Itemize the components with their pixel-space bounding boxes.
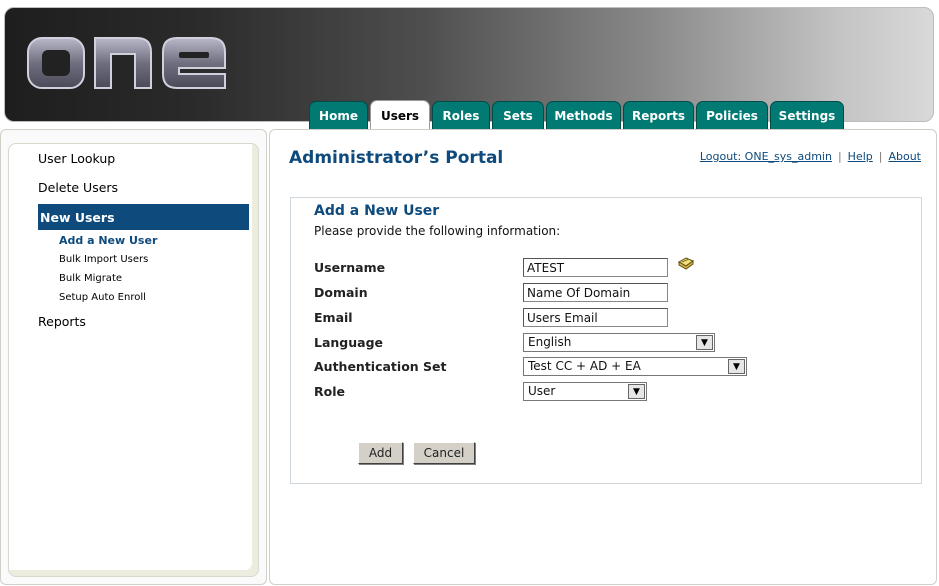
sidebar-subitem-bulk-migrate[interactable]: Bulk Migrate [59,273,122,284]
tab-sets[interactable]: Sets [492,101,544,129]
authentication-set-selected-value: Test CC + AD + EA [528,359,641,373]
sidebar-subitem-add-new-user[interactable]: Add a New User [59,234,157,247]
language-label: Language [314,335,384,350]
chevron-down-icon[interactable]: ▼ [728,359,745,374]
email-field[interactable] [523,308,668,327]
language-selected-value: English [528,335,572,349]
tab-home[interactable]: Home [309,101,368,129]
role-label: Role [314,384,345,399]
form-title: Add a New User [314,203,440,219]
sidebar-item-reports[interactable]: Reports [38,314,86,329]
lookup-book-icon[interactable] [677,256,695,272]
sidebar-item-new-users[interactable]: New Users [38,204,249,230]
sidebar-subitem-setup-auto-enroll[interactable]: Setup Auto Enroll [59,292,146,303]
sidebar-item-delete-users[interactable]: Delete Users [38,180,118,195]
add-button[interactable]: Add [358,442,403,464]
one-logo [27,37,226,89]
cancel-button[interactable]: Cancel [413,442,475,464]
tab-settings[interactable]: Settings [770,101,844,129]
username-label: Username [314,260,386,275]
top-links: Logout: ONE_sys_admin | Help | About [700,150,921,163]
tab-methods[interactable]: Methods [546,101,621,129]
sidebar-item-user-lookup[interactable]: User Lookup [38,151,115,166]
chevron-down-icon[interactable]: ▼ [628,384,645,399]
tab-reports[interactable]: Reports [623,101,694,129]
chevron-down-icon[interactable]: ▼ [696,335,713,350]
link-separator: | [837,150,842,163]
language-select[interactable]: English ▼ [523,333,715,352]
tab-users[interactable]: Users [370,100,430,130]
sidebar-subitem-bulk-import-users[interactable]: Bulk Import Users [59,254,148,265]
authentication-set-label: Authentication Set [314,359,447,374]
domain-label: Domain [314,285,368,300]
domain-field[interactable] [523,283,668,302]
form-subtitle: Please provide the following information… [314,224,561,238]
help-link[interactable]: Help [848,150,873,163]
page-title: Administrator’s Portal [289,148,504,168]
role-selected-value: User [528,384,556,398]
tab-policies[interactable]: Policies [696,101,768,129]
email-label: Email [314,310,353,325]
username-field[interactable] [523,258,668,277]
link-separator: | [878,150,883,163]
role-select[interactable]: User ▼ [523,382,647,401]
logout-link[interactable]: Logout: ONE_sys_admin [700,150,832,163]
about-link[interactable]: About [888,150,921,163]
authentication-set-select[interactable]: Test CC + AD + EA ▼ [523,357,747,376]
tab-roles[interactable]: Roles [432,101,490,129]
